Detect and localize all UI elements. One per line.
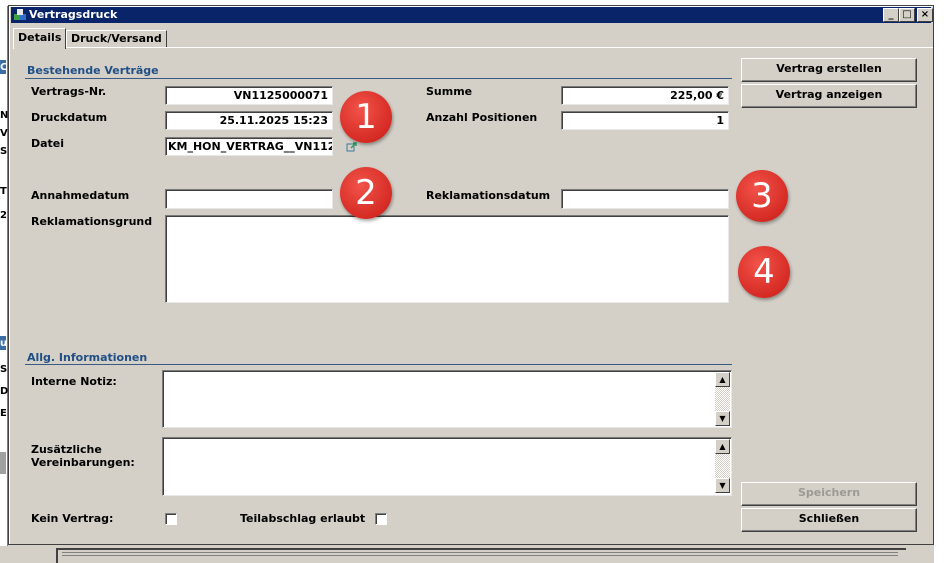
annahmedatum-label: Annahmedatum <box>31 189 130 202</box>
arrow-up-icon: ▲ <box>719 375 726 384</box>
bg-fragment: S <box>0 364 8 375</box>
close-button[interactable]: × <box>917 8 933 22</box>
external-link-icon[interactable] <box>346 141 358 153</box>
kein-vertrag-label: Kein Vertrag: <box>31 512 114 525</box>
arrow-down-icon: ▼ <box>719 414 726 423</box>
datei-field[interactable]: KM_HON_VERTRAG__VN1125 <box>165 137 333 156</box>
bg-fragment: E <box>0 408 7 419</box>
close-icon: × <box>920 9 930 20</box>
vertrag-erstellen-button[interactable]: Vertrag erstellen <box>741 58 917 82</box>
bg-fragment: u <box>0 338 8 349</box>
maximize-icon: □ <box>902 9 912 20</box>
speichern-button[interactable]: Speichern <box>741 482 917 506</box>
vertragsnr-label: Vertrags-Nr. <box>31 85 107 98</box>
reklamationsdatum-label: Reklamationsdatum <box>426 189 551 202</box>
tab-details-label: Details <box>18 31 62 44</box>
teilabschlag-label: Teilabschlag erlaubt <box>240 512 366 525</box>
summe-label: Summe <box>426 85 473 98</box>
interne-notiz-label: Interne Notiz: <box>31 375 117 388</box>
annotation-badge-2: 2 <box>340 167 392 219</box>
vertragsdruck-window: Vertragsdruck _ □ × Details Druck/Versan… <box>8 5 934 545</box>
interne-notiz-scroll-track[interactable] <box>715 387 730 411</box>
zusatz-scroll-down[interactable]: ▼ <box>715 478 730 493</box>
minimize-icon: _ <box>888 9 894 20</box>
section-divider <box>25 78 732 79</box>
vertrag-anzeigen-button[interactable]: Vertrag anzeigen <box>741 84 917 108</box>
tab-druck-versand-label: Druck/Versand <box>71 32 162 45</box>
annotation-badge-4: 4 <box>738 246 790 298</box>
schliessen-button[interactable]: Schließen <box>741 508 917 532</box>
annotation-badge-1: 1 <box>340 91 392 143</box>
reklamationsgrund-textarea[interactable] <box>165 215 729 303</box>
section-general-info: Allg. Informationen <box>27 351 148 364</box>
title-bar[interactable]: Vertragsdruck _ □ × <box>11 7 933 23</box>
teilabschlag-checkbox[interactable] <box>375 513 387 525</box>
reklamationsdatum-field[interactable] <box>561 189 729 209</box>
datei-label: Datei <box>31 137 65 150</box>
cubes-icon <box>13 8 27 22</box>
kein-vertrag-checkbox[interactable] <box>165 513 177 525</box>
bg-fragment: T <box>0 186 7 197</box>
background-right-strip <box>934 6 946 563</box>
section-existing-contracts: Bestehende Verträge <box>27 64 159 77</box>
annotation-badge-3: 3 <box>736 170 788 222</box>
tab-details[interactable]: Details <box>13 28 67 49</box>
vertragsnr-field[interactable]: VN1125000071 <box>165 86 333 105</box>
bg-fragment: D <box>0 386 9 397</box>
bg-fragment: 2 <box>0 210 7 221</box>
bg-fragment: V <box>0 128 8 139</box>
bg-fragment: S <box>0 146 8 157</box>
section-divider-general <box>25 364 732 365</box>
zusatz-label-line2: Vereinbarungen: <box>31 456 135 469</box>
minimize-button[interactable]: _ <box>883 8 899 22</box>
tab-druck-versand[interactable]: Druck/Versand <box>66 30 167 48</box>
interne-notiz-textarea[interactable] <box>162 370 732 428</box>
bg-fragment: C <box>0 62 8 73</box>
druckdatum-field[interactable]: 25.11.2025 15:23 <box>165 111 333 130</box>
bg-fragment: N <box>0 110 9 121</box>
arrow-down-icon: ▼ <box>719 481 726 490</box>
zusatz-label-line1: Zusätzliche <box>31 443 102 456</box>
interne-notiz-scroll-up[interactable]: ▲ <box>715 372 730 387</box>
zusatz-scroll-up[interactable]: ▲ <box>715 439 730 454</box>
summe-field[interactable]: 225,00 € <box>561 86 729 105</box>
interne-notiz-scroll-down[interactable]: ▼ <box>715 411 730 426</box>
background-bottom-inner <box>62 552 898 556</box>
window-title: Vertragsdruck <box>29 8 118 21</box>
reklamationsgrund-label: Reklamationsgrund <box>31 215 153 228</box>
anzahl-positionen-field[interactable]: 1 <box>561 111 729 130</box>
tab-panel-border <box>162 47 933 48</box>
anzahl-positionen-label: Anzahl Positionen <box>426 111 538 124</box>
druckdatum-label: Druckdatum <box>31 111 108 124</box>
zusatz-scroll-track[interactable] <box>715 454 730 478</box>
annahmedatum-field[interactable] <box>165 189 333 209</box>
background-fragments: C N V S T 2 u S D E <box>0 0 8 563</box>
arrow-up-icon: ▲ <box>719 442 726 451</box>
maximize-button[interactable]: □ <box>899 8 915 22</box>
zusatz-textarea[interactable] <box>162 437 732 496</box>
